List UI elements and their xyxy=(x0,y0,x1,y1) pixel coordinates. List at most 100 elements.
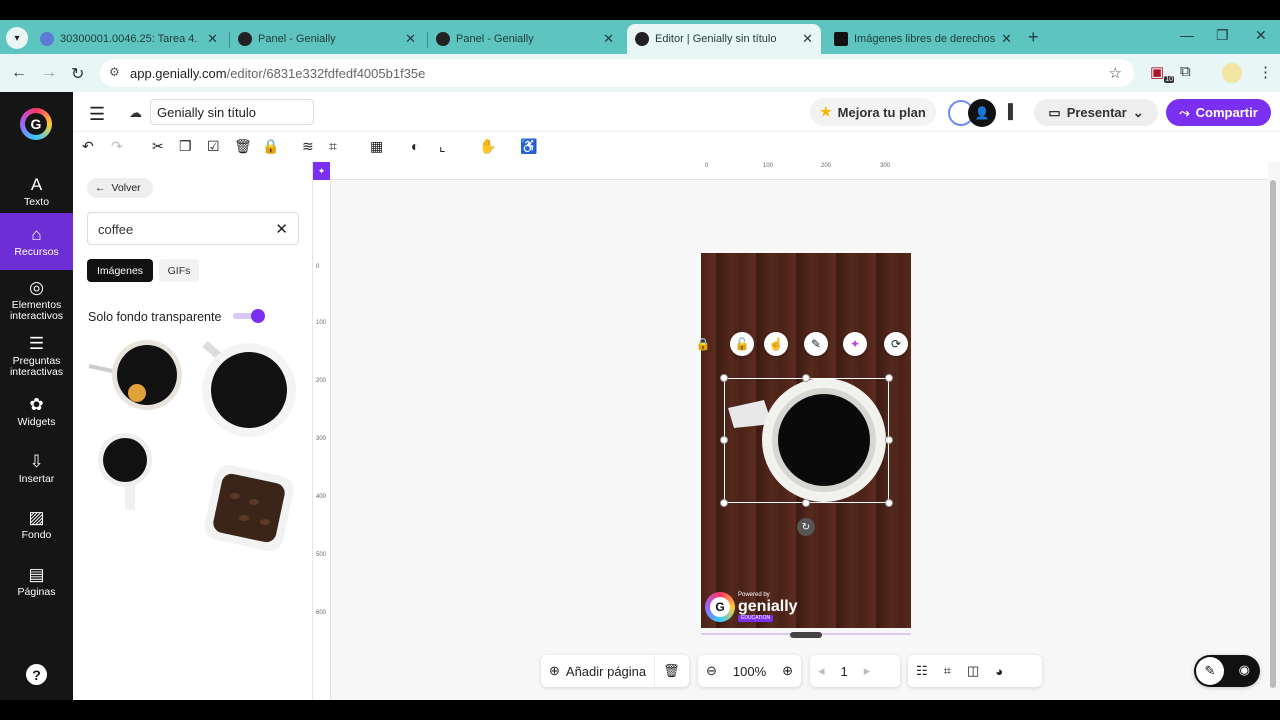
chevron-down-icon: ⌄ xyxy=(1132,104,1144,120)
hamburger-menu-icon[interactable]: ☰ xyxy=(89,104,105,125)
stats-icon[interactable]: ▐ xyxy=(1003,103,1013,119)
sidebar-item-fondo[interactable]: ▨ Fondo xyxy=(0,497,73,553)
clear-search-icon[interactable]: ✕ xyxy=(275,220,288,238)
document-title-input[interactable]: Genially sin título xyxy=(150,99,314,125)
cut-icon[interactable]: ✂ xyxy=(152,138,164,155)
filter-icon[interactable]: ◐ xyxy=(411,138,419,154)
unlock-icon[interactable]: 🔓 xyxy=(730,332,754,356)
next-page-icon[interactable]: ▸ xyxy=(856,663,879,679)
site-settings-icon[interactable]: ⚙ xyxy=(109,65,120,79)
redo-icon[interactable]: ↷ xyxy=(111,138,123,155)
browser-tab[interactable]: Panel - Genially ✕ xyxy=(230,24,424,54)
close-tab-icon[interactable]: ✕ xyxy=(802,31,813,47)
zoom-value[interactable]: 100% xyxy=(725,664,774,679)
sidebar-item-elementos[interactable]: ◎ Elementos interactivos xyxy=(0,272,73,328)
delete-icon[interactable]: 🗑 xyxy=(234,138,252,155)
sidebar-item-recursos[interactable]: ⌂ Recursos xyxy=(0,213,73,270)
minimize-icon[interactable]: — xyxy=(1180,27,1194,43)
resize-handle[interactable] xyxy=(720,374,728,382)
close-tab-icon[interactable]: ✕ xyxy=(207,31,218,47)
resize-handle[interactable] xyxy=(802,499,810,507)
extensions-puzzle-icon[interactable]: ⧉ xyxy=(1180,63,1191,80)
restore-icon[interactable]: ❐ xyxy=(1216,27,1229,44)
edit-pencil-icon[interactable]: ✎ xyxy=(1196,657,1224,685)
close-tab-icon[interactable]: ✕ xyxy=(603,31,614,47)
lock-icon[interactable]: 🔒 xyxy=(262,138,279,155)
help-button[interactable]: ? xyxy=(26,664,47,685)
paste-icon[interactable]: ☑ xyxy=(207,138,220,155)
lock-element-icon[interactable]: 🔒 xyxy=(691,332,715,356)
zoom-out-icon[interactable]: ⊖ xyxy=(698,663,725,679)
browser-tab[interactable]: 30300001.0046.25: Tarea 4. Cap ✕ xyxy=(32,24,226,54)
image-thumbnail[interactable] xyxy=(95,432,175,512)
sidebar-item-widgets[interactable]: ✿ Widgets xyxy=(0,384,73,440)
present-button[interactable]: ▭ Presentar ⌄ xyxy=(1034,99,1158,126)
transparent-toggle[interactable] xyxy=(233,309,265,323)
tab-images[interactable]: Imágenes xyxy=(87,259,153,282)
edit-preview-toggle[interactable]: ✎ ◉ xyxy=(1194,655,1260,687)
image-thumbnail[interactable] xyxy=(199,460,299,554)
delete-page-icon[interactable]: 🗑 xyxy=(655,663,688,679)
browser-tab[interactable]: Panel - Genially ✕ xyxy=(428,24,622,54)
slide-resize-handle[interactable] xyxy=(790,632,822,638)
checklist-icon[interactable]: ☷ xyxy=(908,663,936,679)
add-page-button[interactable]: ⊕ Añadir página xyxy=(541,663,654,679)
grid-icon[interactable]: ⌗ xyxy=(936,663,959,679)
prev-page-icon[interactable]: ◂ xyxy=(810,663,833,679)
upgrade-plan-button[interactable]: ★ Mejora tu plan xyxy=(810,98,936,126)
sidebar-item-preguntas[interactable]: ☰ Preguntas interactivas xyxy=(0,328,73,384)
ai-sparkle-icon[interactable]: ✦ xyxy=(843,332,867,356)
preview-eye-icon[interactable]: ◉ xyxy=(1239,662,1250,678)
url-input[interactable]: ⚙ app.genially.com/editor/6831e332fdfedf… xyxy=(100,59,1134,87)
rotate-handle-icon[interactable]: ↻ xyxy=(797,518,815,536)
image-thumbnail[interactable] xyxy=(199,338,299,444)
resize-handle[interactable] xyxy=(720,499,728,507)
browser-menu-icon[interactable]: ⋮ xyxy=(1258,63,1273,81)
copy-icon[interactable]: ❐ xyxy=(179,138,192,155)
tab-search-button[interactable]: ▾ xyxy=(6,27,28,49)
browser-tab-active[interactable]: Editor | Genially sin título ✕ xyxy=(627,24,821,54)
new-tab-button[interactable]: + xyxy=(1028,27,1039,48)
close-tab-icon[interactable]: ✕ xyxy=(405,31,416,47)
forward-arrow-icon[interactable]: → xyxy=(41,64,57,82)
back-arrow-icon[interactable]: ← xyxy=(11,64,27,82)
replace-icon[interactable]: ⟳ xyxy=(884,332,908,356)
vertical-scrollbar[interactable] xyxy=(1270,180,1276,688)
sidebar-item-paginas[interactable]: ▤ Páginas xyxy=(0,554,73,610)
resize-handle[interactable] xyxy=(885,499,893,507)
layers-icon[interactable]: ≋ xyxy=(302,138,314,155)
accessibility-icon[interactable]: ♿ xyxy=(520,138,537,155)
tab-gifs[interactable]: GIFs xyxy=(159,259,199,282)
layout-icon[interactable]: ◫ xyxy=(959,663,987,679)
zoom-in-icon[interactable]: ⊕ xyxy=(774,663,801,679)
resize-handle[interactable] xyxy=(885,374,893,382)
reload-icon[interactable]: ↻ xyxy=(71,64,84,84)
search-input[interactable]: coffee ✕ xyxy=(87,212,299,245)
align-icon[interactable]: ⌗ xyxy=(329,138,337,155)
profile-avatar[interactable] xyxy=(1222,63,1242,83)
undo-icon[interactable]: ↶ xyxy=(82,138,94,155)
back-button[interactable]: ← Volver xyxy=(87,178,153,198)
close-tab-icon[interactable]: ✕ xyxy=(1001,31,1012,47)
sidebar-item-texto[interactable]: A Texto xyxy=(0,164,73,220)
genially-logo[interactable]: G xyxy=(20,108,52,140)
crop-icon[interactable]: ⌞ xyxy=(439,138,446,155)
selection-box[interactable] xyxy=(724,378,889,503)
extension-icon[interactable]: ▣10 xyxy=(1150,63,1174,83)
browser-tab[interactable]: Imágenes libres de derechos [H ✕ xyxy=(826,24,1020,54)
interactivity-icon[interactable]: ☝ xyxy=(764,332,788,356)
window-close-icon[interactable]: ✕ xyxy=(1255,27,1267,44)
image-thumbnail[interactable] xyxy=(87,338,187,418)
interactivity-hand-icon[interactable]: ✋ xyxy=(479,138,496,155)
resize-handle[interactable] xyxy=(720,436,728,444)
transparency-icon[interactable]: ▦ xyxy=(370,138,383,155)
edit-pencil-icon[interactable]: ✎ xyxy=(804,332,828,356)
palette-icon[interactable]: ◕ xyxy=(987,664,1011,679)
resize-handle[interactable] xyxy=(885,436,893,444)
resize-handle[interactable] xyxy=(802,374,810,382)
pin-icon[interactable]: ✦ xyxy=(313,162,330,180)
add-user-icon[interactable]: 👤 xyxy=(968,99,996,127)
sidebar-item-insertar[interactable]: ⇩ Insertar xyxy=(0,441,73,497)
bookmark-star-icon[interactable]: ☆ xyxy=(1109,64,1122,82)
share-button[interactable]: ⤳ Compartir xyxy=(1166,99,1271,126)
